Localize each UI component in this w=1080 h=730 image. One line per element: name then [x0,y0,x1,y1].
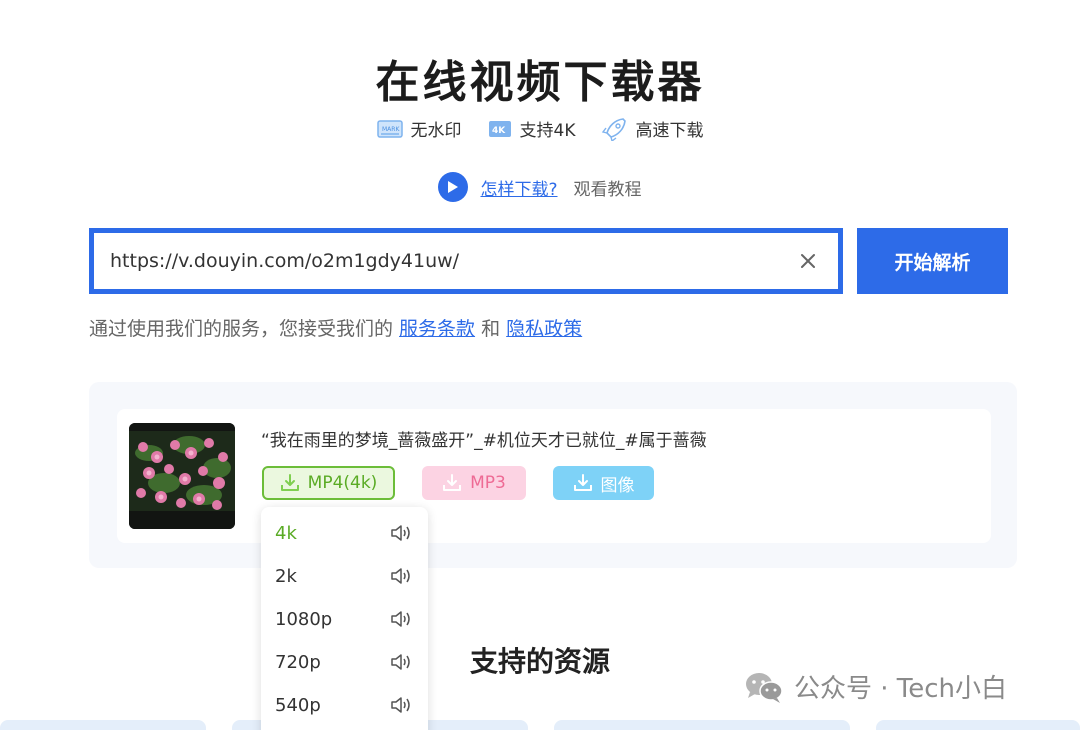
clear-icon[interactable] [778,233,838,289]
feature-label: 无水印 [410,121,462,141]
mp3-label: MP3 [470,473,506,493]
speaker-icon [391,654,410,670]
download-icon [443,474,462,491]
resource-tab[interactable] [0,720,206,730]
svg-text:MARK: MARK [382,126,400,133]
4k-badge-icon: 4K [488,120,511,137]
download-icon [280,474,299,491]
download-icon [573,474,592,491]
quality-label: 4k [275,522,297,544]
play-icon[interactable] [438,172,469,202]
url-input-box [89,228,843,294]
parse-button[interactable]: 开始解析 [857,228,1008,294]
download-mp3-button[interactable]: MP3 [422,466,526,500]
quality-option-4k[interactable]: 4k [261,512,428,554]
quality-label: 540p [275,694,321,716]
quality-label: 1080p [275,608,333,630]
terms-notice: 通过使用我们的服务，您接受我们的 服务条款 和 隐私政策 [89,314,582,341]
quality-option-1080p[interactable]: 1080p [261,598,428,640]
speaker-icon [391,568,410,584]
no-watermark-icon: MARK [376,119,403,138]
watermark-text: 公众号 · Tech小白 [794,674,1008,704]
resource-tab[interactable] [554,720,850,730]
feature-label: 支持4K [519,121,576,141]
resource-tab[interactable] [876,720,1080,730]
quality-option-720p[interactable]: 720p [261,641,428,683]
howto-row: 怎样下载? 观看教程 [0,172,1080,202]
svg-text:4K: 4K [492,126,506,136]
feature-no-watermark: MARK 无水印 [376,116,462,141]
feature-4k: 4K 支持4K [488,116,576,141]
page-title: 在线视频下载器 [375,57,705,108]
url-input[interactable] [94,233,778,289]
quality-option-540p[interactable]: 540p [261,684,428,726]
speaker-icon [391,611,410,627]
video-thumbnail[interactable] [129,423,235,529]
feature-high-speed: 高速下载 [601,116,703,141]
terms-and: 和 [475,318,507,340]
download-mp4-button[interactable]: MP4(4k) [262,466,395,500]
rocket-icon [602,117,627,141]
mp4-label: MP4(4k) [307,473,378,493]
download-image-button[interactable]: 图像 [553,466,654,500]
speaker-icon [391,697,410,713]
terms-prefix: 通过使用我们的服务，您接受我们的 [89,318,400,340]
terms-of-service-link[interactable]: 服务条款 [399,318,475,340]
feature-label: 高速下载 [635,121,704,141]
watermark: 公众号 · Tech小白 [744,668,1007,705]
feature-list: MARK 无水印 4K 支持4K 高速下载 [0,116,1080,141]
quality-dropdown: 4k 2k 1080p 720p 540p [261,507,428,730]
wechat-icon [746,672,783,703]
image-label: 图像 [600,475,635,496]
quality-label: 2k [275,565,297,587]
howto-link[interactable]: 怎样下载? [480,175,557,200]
speaker-icon [391,525,410,541]
video-title: “我在雨里的梦境_蔷薇盛开”_#机位天才已就位_#属于蔷薇 [261,431,707,451]
quality-option-2k[interactable]: 2k [261,555,428,597]
privacy-policy-link[interactable]: 隐私政策 [506,318,582,340]
quality-label: 720p [275,651,321,673]
watch-tutorial-text: 观看教程 [573,179,642,200]
